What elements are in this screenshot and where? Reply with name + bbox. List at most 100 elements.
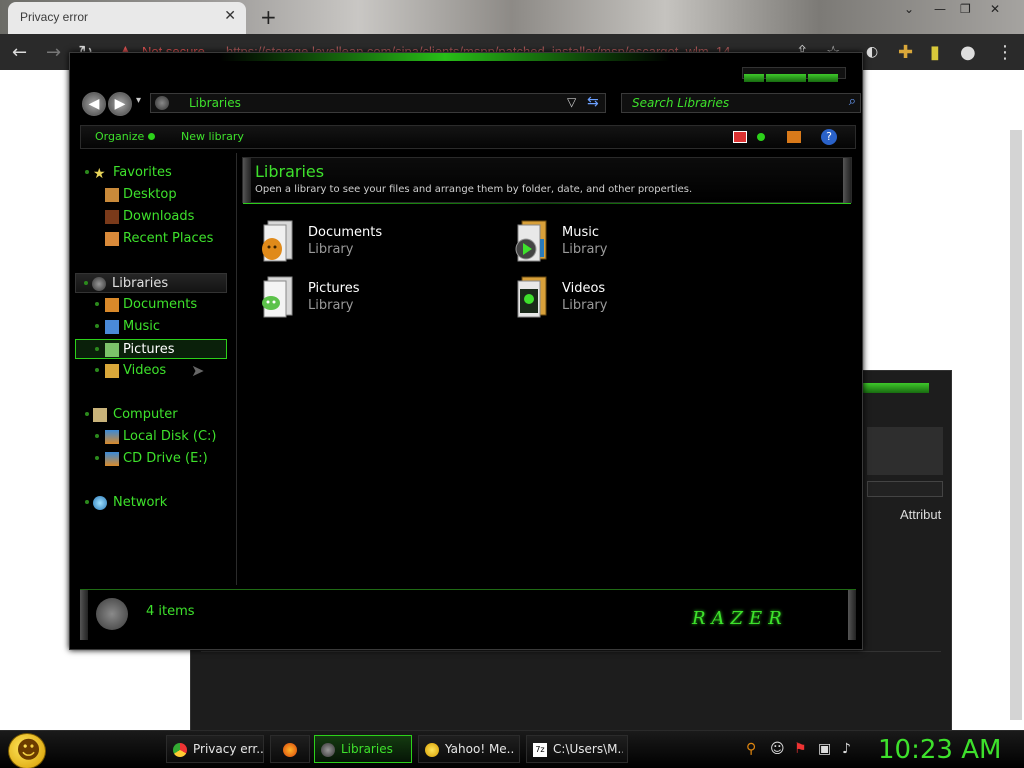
address-dropdown-icon[interactable]: ▽: [567, 95, 576, 109]
nav-label-cd-drive: CD Drive (E:): [123, 451, 208, 466]
search-input[interactable]: Search Libraries: [632, 96, 729, 110]
refresh-icon[interactable]: ⇆: [587, 94, 599, 110]
window-control-buttons[interactable]: [742, 67, 846, 82]
minimize-icon[interactable]: —: [934, 2, 946, 16]
recent-pages-icon[interactable]: ▾: [136, 95, 141, 106]
libraries-large-icon: [96, 598, 128, 630]
clock[interactable]: 10:23 AM: [878, 735, 1001, 765]
expand-bullet-icon[interactable]: [85, 170, 89, 174]
nav-item-desktop[interactable]: Desktop: [75, 185, 229, 205]
downloads-icon: [105, 210, 119, 224]
sidebar-icon[interactable]: ▮: [930, 42, 940, 63]
pictures-library-icon: [262, 276, 293, 318]
library-tile-videos[interactable]: Videos Library: [514, 275, 734, 325]
attribute-column-header[interactable]: Attribut: [900, 507, 941, 522]
forward-icon[interactable]: ▶: [108, 92, 132, 116]
documents-library-icon: [262, 220, 293, 262]
expand-bullet-icon[interactable]: [95, 302, 99, 306]
search-box[interactable]: Search Libraries ⌕: [621, 93, 861, 113]
address-text[interactable]: Libraries: [189, 96, 241, 110]
help-icon[interactable]: ?: [821, 129, 837, 145]
videos-icon: [105, 364, 119, 378]
messenger-tray-icon[interactable]: ☺: [770, 741, 785, 757]
nav-item-computer[interactable]: Computer: [75, 405, 229, 425]
preview-pane-icon[interactable]: [787, 131, 801, 143]
view-dropdown-icon[interactable]: [757, 133, 765, 141]
back-icon[interactable]: ◀: [82, 92, 106, 116]
close-window-icon[interactable]: ✕: [990, 2, 1000, 16]
taskbar: Privacy err... Libraries Yahoo! Me... 7z…: [0, 730, 1024, 768]
organize-label: Organize: [95, 130, 145, 143]
chrome-icon: [173, 743, 187, 757]
music-icon: [105, 320, 119, 334]
taskbar-item-chrome[interactable]: Privacy err...: [166, 735, 264, 763]
expand-bullet-icon[interactable]: [95, 434, 99, 438]
library-tile-music[interactable]: Music Library: [514, 219, 734, 269]
nav-item-recent-places[interactable]: Recent Places: [75, 229, 229, 249]
tile-type: Library: [562, 242, 608, 257]
nav-item-videos[interactable]: Videos: [75, 361, 229, 381]
browser-tab-strip: Privacy error ✕ + ⌄ — ❐ ✕: [0, 0, 1024, 34]
close-tab-icon[interactable]: ✕: [224, 8, 236, 24]
tile-name: Documents: [308, 225, 383, 240]
nav-label-computer: Computer: [113, 407, 178, 422]
expand-bullet-icon[interactable]: [95, 368, 99, 372]
taskbar-item-7zip[interactable]: 7z C:\Users\M...: [526, 735, 628, 763]
nav-item-network[interactable]: Network: [75, 493, 229, 513]
search-tray-icon[interactable]: ⚲: [746, 741, 756, 757]
taskbar-label: Yahoo! Me...: [445, 742, 515, 756]
browser-tab[interactable]: Privacy error ✕: [8, 2, 246, 34]
nav-item-music[interactable]: Music: [75, 317, 229, 337]
background-window-dropdown[interactable]: [867, 481, 943, 497]
expand-bullet-icon[interactable]: [85, 500, 89, 504]
library-tile-pictures[interactable]: Pictures Library: [260, 275, 480, 325]
nav-item-favorites[interactable]: ★ Favorites: [75, 163, 229, 183]
local-disk-icon: [105, 430, 119, 444]
close-button[interactable]: [808, 74, 838, 82]
action-center-flag-icon[interactable]: ⚑: [794, 741, 807, 757]
expand-bullet-icon[interactable]: [95, 456, 99, 460]
network-tray-icon[interactable]: ▣: [818, 741, 831, 757]
minimize-button[interactable]: [744, 74, 764, 82]
new-library-button[interactable]: New library: [181, 130, 244, 143]
expand-bullet-icon[interactable]: [84, 281, 88, 285]
menu-kebab-icon[interactable]: ⋮: [996, 42, 1014, 63]
extensions-puzzle-icon[interactable]: ✚: [898, 42, 913, 63]
nav-item-documents[interactable]: Documents: [75, 295, 229, 315]
forward-arrow-icon[interactable]: →: [46, 42, 61, 63]
page-scrollbar[interactable]: [1010, 130, 1022, 720]
content-pane: Libraries Open a library to see your fil…: [240, 153, 856, 585]
back-arrow-icon[interactable]: ←: [12, 42, 27, 63]
chevron-down-icon[interactable]: ⌄: [904, 2, 914, 16]
firefox-icon: [283, 743, 297, 757]
volume-icon[interactable]: ♪: [842, 741, 851, 757]
nav-item-local-disk[interactable]: Local Disk (C:): [75, 427, 229, 447]
nav-item-libraries[interactable]: Libraries: [75, 273, 227, 293]
taskbar-item-libraries[interactable]: Libraries: [314, 735, 412, 763]
address-bar[interactable]: Libraries ▽ ⇆: [150, 93, 606, 113]
view-options-icon[interactable]: [733, 131, 747, 143]
nav-item-cd-drive[interactable]: CD Drive (E:): [75, 449, 229, 469]
library-tile-documents[interactable]: Documents Library: [260, 219, 480, 269]
start-button[interactable]: [8, 733, 46, 768]
taskbar-item-firefox[interactable]: [270, 735, 310, 763]
header-edge-right: [843, 158, 851, 204]
search-icon[interactable]: ⌕: [849, 94, 856, 109]
maximize-button[interactable]: [766, 74, 806, 82]
restore-icon[interactable]: ❐: [960, 2, 971, 16]
libraries-icon: [321, 743, 335, 757]
profile-flag-icon[interactable]: ◐: [866, 44, 878, 60]
new-tab-icon[interactable]: +: [260, 5, 277, 29]
background-window-buttons[interactable]: [861, 383, 929, 393]
expand-bullet-icon[interactable]: [95, 324, 99, 328]
computer-icon: [93, 408, 107, 422]
taskbar-item-yahoo[interactable]: Yahoo! Me...: [418, 735, 520, 763]
7zip-icon: 7z: [533, 743, 547, 757]
nav-item-downloads[interactable]: Downloads: [75, 207, 229, 227]
nav-item-pictures[interactable]: Pictures: [75, 339, 227, 359]
account-avatar-icon[interactable]: ●: [960, 42, 976, 63]
expand-bullet-icon[interactable]: [85, 412, 89, 416]
item-count: 4 items: [146, 604, 195, 619]
expand-bullet-icon[interactable]: [95, 347, 99, 351]
organize-button[interactable]: Organize: [95, 130, 156, 143]
